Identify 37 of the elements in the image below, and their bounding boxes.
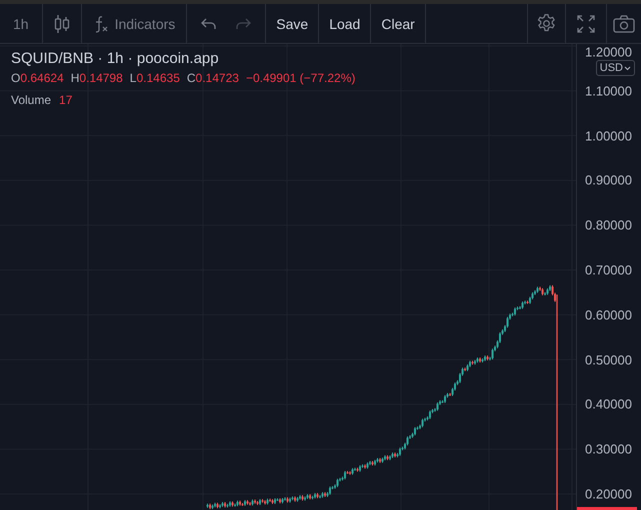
ohlc-label: H: [70, 71, 80, 85]
volume-label: Volume: [11, 93, 52, 107]
ohlc-value: 0.14798: [79, 71, 123, 85]
price-label: 0.30000: [585, 442, 632, 457]
ohlc-value: 0.14723: [196, 71, 239, 85]
undo-button[interactable]: [201, 18, 218, 30]
current-price-marker: [577, 507, 637, 510]
chart-title: SQUID/BNB · 1h · poocoin.app: [11, 50, 219, 67]
price-label: 1.10000: [585, 83, 632, 98]
chart-type-button[interactable]: [54, 14, 70, 34]
ohlc-label: C: [186, 71, 196, 85]
price-label: 0.20000: [585, 486, 632, 502]
price-label: 1.00000: [585, 128, 632, 144]
ohlc-label: O: [11, 71, 20, 85]
price-label: 0.90000: [585, 172, 632, 188]
ohlc-label: L: [130, 71, 136, 85]
fullscreen-button[interactable]: [577, 14, 595, 32]
interval-button[interactable]: 1h: [13, 16, 29, 32]
volume-value: 17: [59, 93, 72, 107]
currency-dropdown[interactable]: USD: [596, 60, 635, 76]
ohlc-value: 0.64624: [20, 71, 64, 85]
price-label: 0.80000: [585, 218, 632, 233]
settings-button[interactable]: [536, 13, 557, 34]
indicators-button[interactable]: Indicators: [92, 14, 176, 32]
price-change: −0.49901 (−77.22%): [246, 71, 356, 85]
screenshot-button[interactable]: [613, 14, 635, 32]
toolbar-button[interactable]: Load: [329, 16, 360, 32]
price-label: 0.60000: [585, 307, 632, 322]
toolbar-button[interactable]: Save: [276, 16, 308, 32]
chevron-icon: [624, 66, 631, 70]
candlestick-icon: [54, 14, 70, 34]
price-label: 0.50000: [585, 352, 632, 368]
price-label: 0.70000: [585, 262, 632, 278]
ohlc-value: 0.14635: [136, 71, 180, 85]
price-label: 1.20000: [585, 44, 632, 60]
price-label: 0.40000: [585, 396, 632, 412]
toolbar-button[interactable]: Clear: [381, 16, 415, 32]
